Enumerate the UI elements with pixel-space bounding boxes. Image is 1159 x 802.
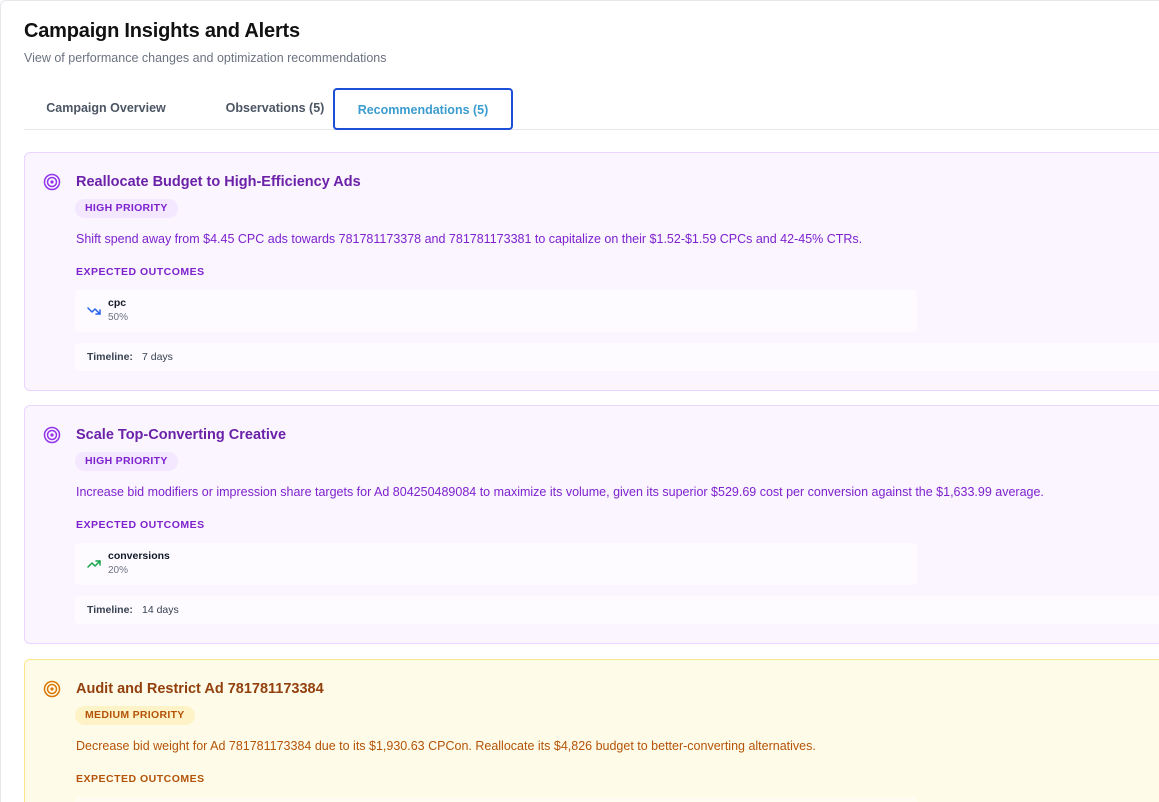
metric-name: conversions [108, 550, 170, 562]
recommendation-card: Reallocate Budget to High-Efficiency Ads… [24, 152, 1159, 391]
outcome-metric [75, 797, 917, 802]
page-title: Campaign Insights and Alerts [24, 20, 300, 42]
priority-badge: HIGH PRIORITY [75, 452, 178, 471]
timeline-label: Timeline: [87, 351, 133, 363]
tab-recommendations[interactable]: Recommendations (5) [333, 88, 513, 130]
recommendation-title: Audit and Restrict Ad 781781173384 [76, 681, 324, 697]
expected-outcomes-label: EXPECTED OUTCOMES [76, 519, 205, 531]
expected-outcomes-label: EXPECTED OUTCOMES [76, 266, 205, 278]
target-icon [43, 680, 61, 698]
recommendation-card: Audit and Restrict Ad 781781173384 MEDIU… [24, 659, 1159, 802]
trend-up-icon [87, 560, 101, 568]
metric-value: 50% [108, 312, 129, 323]
recommendation-title: Reallocate Budget to High-Efficiency Ads [76, 174, 361, 190]
recommendation-description: Shift spend away from $4.45 CPC ads towa… [76, 232, 863, 246]
outcome-metric: cpc 50% [75, 290, 917, 332]
page-subtitle: View of performance changes and optimiza… [24, 51, 387, 65]
recommendation-card: Scale Top-Converting Creative HIGH PRIOR… [24, 405, 1159, 644]
trend-down-icon [87, 307, 101, 315]
tab-campaign-overview[interactable]: Campaign Overview [24, 88, 188, 130]
recommendation-description: Increase bid modifiers or impression sha… [76, 485, 1044, 499]
timeline-label: Timeline: [87, 604, 133, 616]
recommendation-title: Scale Top-Converting Creative [76, 427, 287, 443]
outcome-metric: conversions 20% [75, 543, 917, 585]
target-icon [43, 426, 61, 444]
timeline: Timeline: 7 days [75, 343, 1159, 371]
expected-outcomes-label: EXPECTED OUTCOMES [76, 773, 205, 785]
timeline-value: 14 days [142, 604, 179, 616]
target-icon [43, 173, 61, 191]
timeline-value: 7 days [142, 351, 173, 363]
recommendation-description: Decrease bid weight for Ad 781781173384 … [76, 739, 816, 753]
metric-name: cpc [108, 297, 127, 309]
priority-badge: MEDIUM PRIORITY [75, 706, 195, 725]
timeline: Timeline: 14 days [75, 596, 1159, 624]
priority-badge: HIGH PRIORITY [75, 199, 178, 218]
tab-bar: Campaign Overview Observations (5) Recom… [24, 88, 1159, 130]
metric-value: 20% [108, 565, 129, 576]
tab-observations[interactable]: Observations (5) [196, 88, 354, 130]
